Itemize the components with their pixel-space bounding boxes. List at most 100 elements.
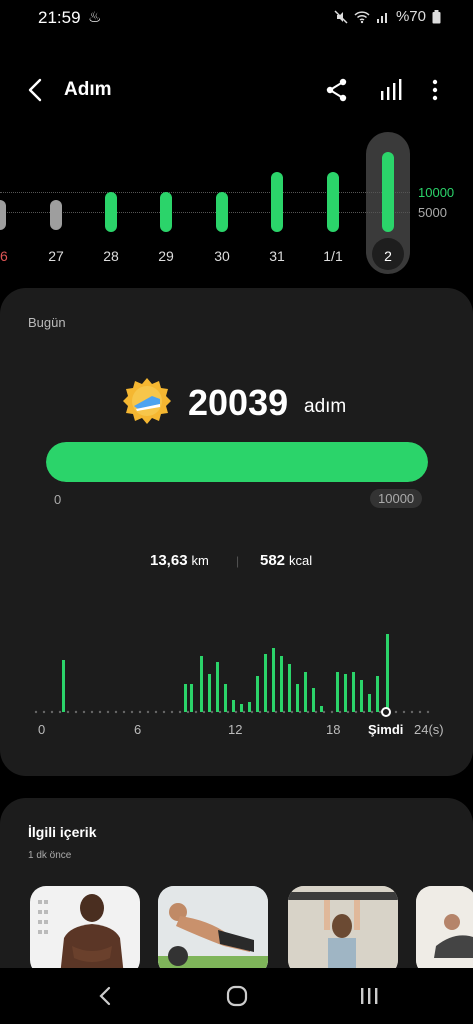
- baseline-dot: [322, 710, 326, 714]
- hourly-bar: [190, 684, 193, 712]
- day-bar-27[interactable]: [50, 200, 62, 230]
- page-title: Adım: [64, 79, 112, 100]
- hourly-bar: [280, 656, 283, 712]
- baseline-dot: [362, 710, 366, 714]
- day-bar-31[interactable]: [271, 172, 283, 232]
- day-label-26[interactable]: 26: [0, 248, 20, 264]
- baseline-dot: [178, 710, 182, 714]
- hourly-bar: [240, 704, 243, 712]
- goal-label-upper: 10000: [418, 185, 455, 200]
- hourly-bar: [288, 664, 291, 712]
- stat-divider: |: [236, 554, 240, 568]
- goal-achieved-shoe-badge-icon: [123, 378, 171, 424]
- baseline-dot: [346, 710, 350, 714]
- related-thumbnail-1[interactable]: [30, 886, 140, 976]
- distance-value: 13,63: [150, 552, 188, 569]
- hour-axis-label: 6: [134, 722, 142, 737]
- nav-back-button[interactable]: [90, 982, 120, 1010]
- baseline-dot: [418, 710, 422, 714]
- baseline-dot: [282, 710, 286, 714]
- steps-progress-bar: [46, 442, 428, 482]
- hourly-bar: [304, 672, 307, 712]
- baseline-dot: [210, 710, 214, 714]
- daily-steps-strip: 10000 5000 26 27 28 29 30 31 1/1 2: [0, 130, 473, 280]
- distance-unit: km: [191, 553, 209, 568]
- baseline-dot: [162, 710, 166, 714]
- baseline-dot: [42, 710, 46, 714]
- related-thumbnail-3[interactable]: [288, 886, 398, 976]
- baseline-dot: [138, 710, 142, 714]
- day-bar-26[interactable]: [0, 200, 6, 230]
- baseline-dot: [122, 710, 126, 714]
- hourly-bar: [352, 672, 355, 712]
- day-label-2[interactable]: 2: [368, 248, 408, 264]
- nav-home-button[interactable]: [222, 982, 252, 1010]
- hourly-bar: [256, 676, 259, 712]
- back-button[interactable]: [22, 76, 50, 104]
- baseline-dot: [370, 710, 374, 714]
- day-label-29[interactable]: 29: [146, 248, 186, 264]
- baseline-dot: [66, 710, 70, 714]
- hourly-bar: [296, 684, 299, 712]
- hourly-bar: [184, 684, 187, 712]
- baseline-dot: [338, 710, 342, 714]
- hourly-bar: [386, 634, 389, 712]
- baseline-dot: [186, 710, 190, 714]
- related-content-title: İlgili içerik: [28, 824, 97, 840]
- baseline-dot: [130, 710, 134, 714]
- baseline-dot: [194, 710, 198, 714]
- baseline-dot: [98, 710, 102, 714]
- day-bar-29[interactable]: [160, 192, 172, 232]
- pullup-workout-image-icon: [288, 886, 398, 976]
- day-label-30[interactable]: 30: [202, 248, 242, 264]
- workout-plank-image-icon: [158, 886, 268, 976]
- day-label-31[interactable]: 31: [257, 248, 297, 264]
- baseline-dot: [146, 710, 150, 714]
- related-thumbnail-2[interactable]: [158, 886, 268, 976]
- trends-chart-icon[interactable]: [378, 76, 404, 104]
- status-bar: 21:59 ♨ %70: [0, 0, 473, 36]
- yoga-image-icon: [416, 886, 473, 976]
- day-label-28[interactable]: 28: [91, 248, 131, 264]
- baseline-dot: [378, 710, 382, 714]
- hourly-bar: [248, 702, 251, 712]
- related-thumbnail-4[interactable]: [416, 886, 473, 976]
- signal-icon: [376, 12, 387, 23]
- more-options-icon[interactable]: [424, 76, 446, 104]
- day-bar-2[interactable]: [382, 152, 394, 232]
- today-label: Bugün: [28, 315, 66, 330]
- baseline-dot: [410, 710, 414, 714]
- goal-label-lower: 5000: [418, 205, 447, 220]
- battery-icon: [432, 9, 441, 23]
- hourly-bar: [376, 676, 379, 712]
- hour-axis-label: 18: [326, 722, 341, 737]
- baseline-dot: [402, 710, 406, 714]
- day-bar-30[interactable]: [216, 192, 228, 232]
- baseline-dot: [266, 710, 270, 714]
- baseline-dot: [298, 710, 302, 714]
- baseline-dot: [234, 710, 238, 714]
- hourly-bar: [208, 674, 211, 712]
- hourly-bar: [320, 706, 323, 712]
- baseline-dot: [58, 710, 62, 714]
- nav-recents-button[interactable]: [354, 982, 384, 1010]
- mute-icon: [334, 9, 348, 24]
- baseline-dot: [314, 710, 318, 714]
- baseline-dot: [394, 710, 398, 714]
- hourly-bar: [224, 684, 227, 712]
- baseline-dot: [218, 710, 222, 714]
- baseline-dot: [34, 710, 38, 714]
- today-summary-card: Bugün 20039 adım 0 10000 13,63 km | 582 kc…: [0, 288, 473, 776]
- hourly-bar: [312, 688, 315, 712]
- day-label-1-1[interactable]: 1/1: [313, 248, 353, 264]
- steps-unit: adım: [304, 396, 347, 417]
- day-bar-1-1[interactable]: [327, 172, 339, 232]
- day-bar-28[interactable]: [105, 192, 117, 232]
- steps-progress-fill: [46, 442, 428, 482]
- baseline-dot: [202, 710, 206, 714]
- hourly-bar: [360, 680, 363, 712]
- day-label-27[interactable]: 27: [36, 248, 76, 264]
- hourly-bar: [232, 700, 235, 712]
- hourly-bar: [344, 674, 347, 712]
- share-icon[interactable]: [324, 76, 350, 104]
